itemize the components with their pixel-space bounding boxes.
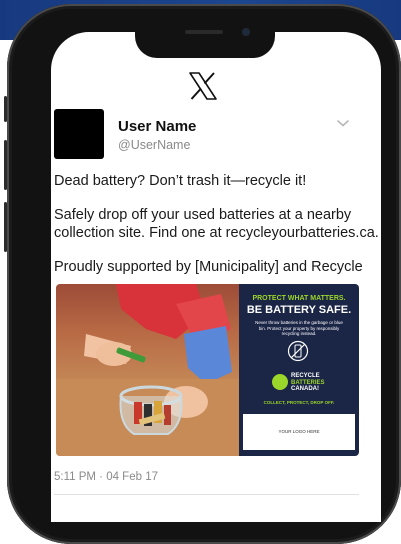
tweet-text-line: Dead battery? Don’t trash it—recycle it! (54, 173, 307, 189)
ad-tagline: COLLECT, PROTECT, DROP OFF. (263, 400, 335, 405)
tweet-text-line: Safely drop off your used batteries at a… (54, 207, 352, 223)
volume-up-button (4, 140, 7, 190)
user-handle[interactable]: @UserName (118, 138, 190, 152)
tweet-timestamp[interactable]: 5:11 PM · 04 Feb 17 (54, 471, 158, 483)
recycle-batteries-brand: RECYCLE BATTERIES CANADA! (291, 373, 339, 393)
phone-notch (135, 18, 275, 58)
ad-headline-large: BE BATTERY SAFE. (246, 304, 352, 316)
user-name[interactable]: User Name (118, 118, 196, 135)
tweet-media-card[interactable]: PROTECT WHAT MATTERS. BE BATTERY SAFE. N… (56, 284, 359, 456)
logo-placeholder: YOUR LOGO HERE (243, 414, 355, 450)
x-logo-icon (189, 72, 217, 100)
recycle-batteries-logo-icon (272, 374, 288, 390)
volume-down-button (4, 202, 7, 252)
tweet-text-line: Proudly supported by [Municipality] and … (54, 259, 363, 275)
speaker-grille (185, 30, 223, 34)
avatar[interactable] (54, 109, 104, 159)
chevron-down-icon[interactable] (336, 118, 350, 128)
brand-line: CANADA! (291, 386, 319, 392)
divider (54, 494, 359, 495)
battery-safety-ad: PROTECT WHAT MATTERS. BE BATTERY SAFE. N… (239, 284, 359, 456)
ad-headline-small: PROTECT WHAT MATTERS. (252, 295, 346, 302)
front-camera (242, 28, 250, 36)
photo-illustration (56, 284, 239, 456)
no-battery-icon (287, 340, 309, 362)
tweet-text-line: collection site. Find one at recycleyour… (54, 225, 379, 241)
battery-jar-photo (56, 284, 239, 456)
ad-body-text: Never throw batteries in the garbage or … (255, 320, 343, 336)
mute-switch (4, 96, 7, 122)
